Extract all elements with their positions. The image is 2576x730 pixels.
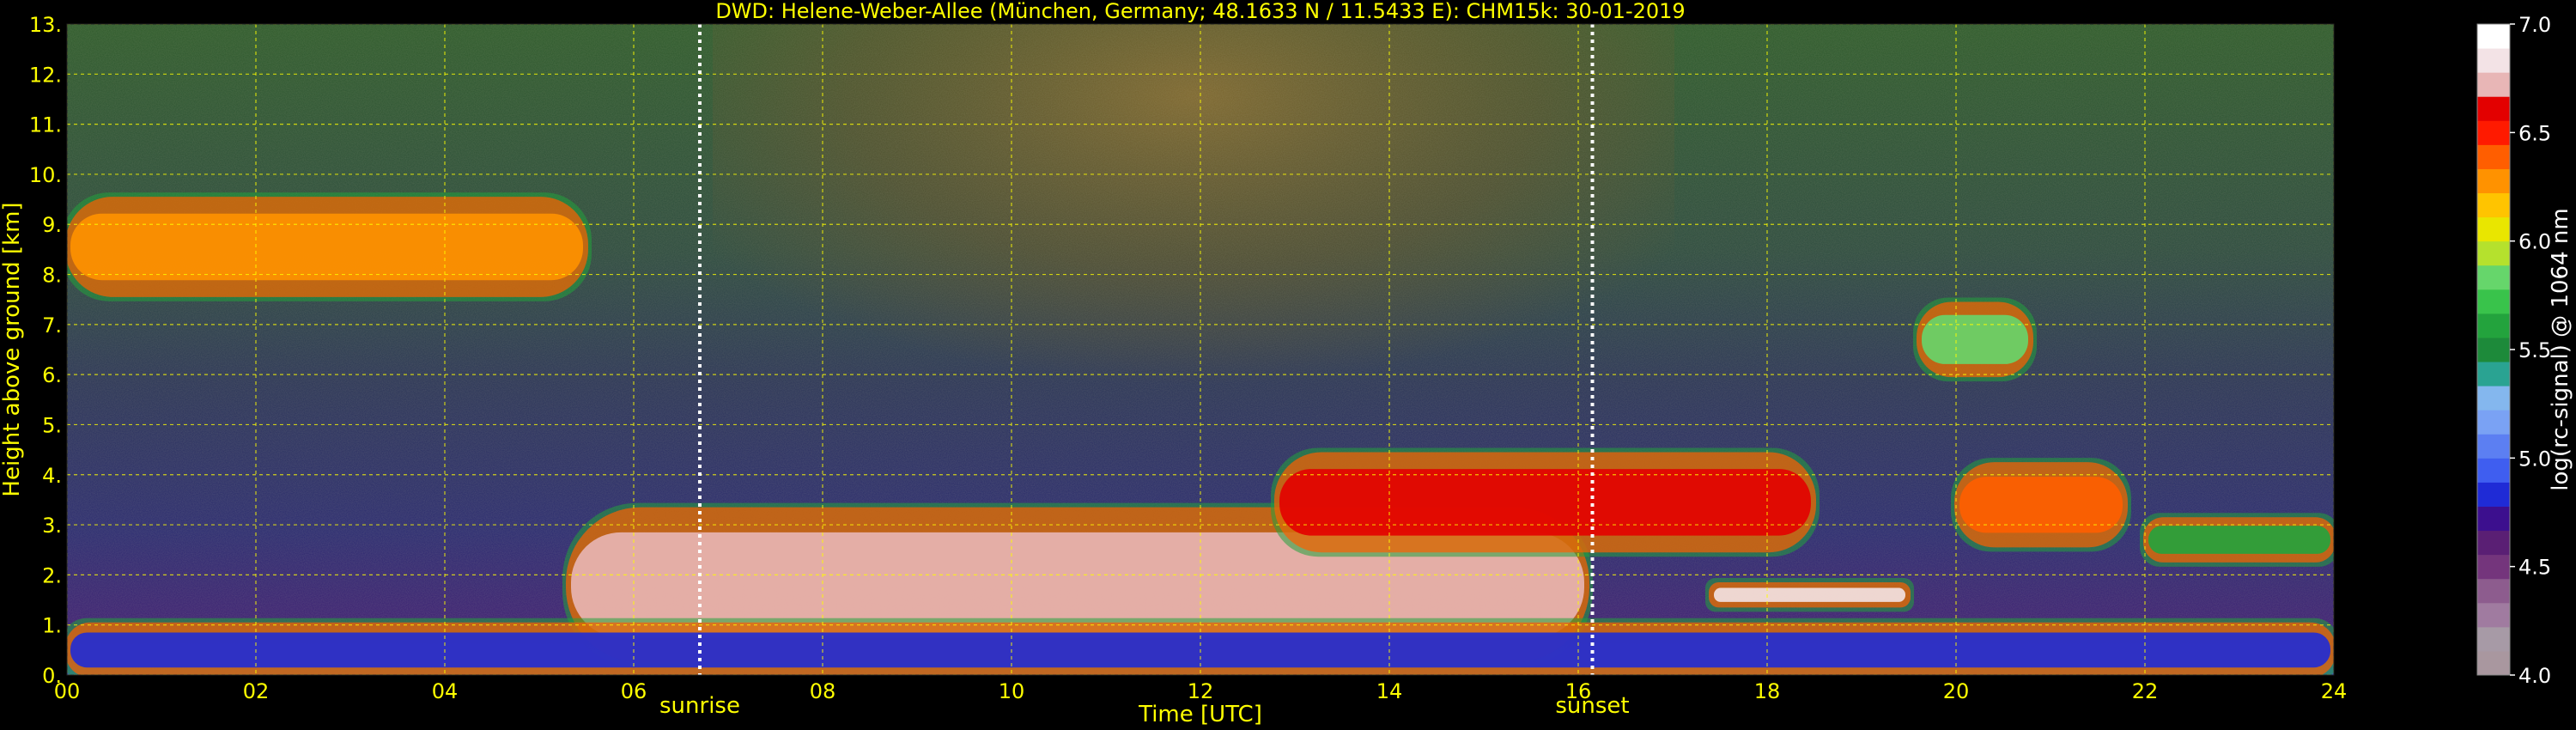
x-tick-label: 14 <box>1376 679 1403 703</box>
data-layer <box>1271 447 1820 557</box>
lidar-backscatter-chart: DWD: Helene-Weber-Allee (München, German… <box>0 0 2573 727</box>
colorbar-segment <box>2477 168 2510 194</box>
colorbar-tick-labels: 4.0 4.5 5.0 5.5 6.0 6.5 7.0 <box>2510 13 2551 688</box>
colorbar-tick-label: 6.5 <box>2518 121 2551 145</box>
colorbar-segment <box>2477 362 2510 386</box>
x-tick-label: 12 <box>1188 679 1214 703</box>
x-tick-label: 20 <box>1943 679 1970 703</box>
plot-area <box>67 24 2334 675</box>
data-layer <box>1951 458 2131 552</box>
x-tick-label: 18 <box>1754 679 1781 703</box>
colorbar-segment <box>2477 602 2510 628</box>
colorbar-segment <box>2477 96 2510 121</box>
colorbar-segment <box>2477 216 2510 242</box>
x-tick-label: 24 <box>2321 679 2348 703</box>
colorbar-segment <box>2477 72 2510 97</box>
y-tick-label: 12. <box>29 63 62 87</box>
colorbar-segment <box>2477 506 2510 532</box>
colorbar-segment <box>2477 289 2510 314</box>
colorbar-tick-label: 5.5 <box>2518 338 2551 362</box>
y-tick-label: 13. <box>29 13 62 37</box>
colorbar-segment <box>2477 120 2510 145</box>
y-tick-label: 3. <box>42 514 62 538</box>
colorbar-segment <box>2477 650 2510 676</box>
x-tick-labels: 00 02 04 06 08 10 12 14 16 18 20 22 24 <box>54 679 2348 703</box>
colorbar-segment <box>2477 192 2510 218</box>
colorbar-tick-label: 4.0 <box>2518 664 2551 688</box>
sun-marker-label: sunset <box>1555 693 1629 719</box>
y-axis-label: Height above ground [km] <box>0 202 25 496</box>
colorbar-segment <box>2477 24 2510 49</box>
colorbar-segment <box>2477 434 2510 459</box>
y-tick-label: 11. <box>29 113 62 137</box>
y-tick-label: 9. <box>42 213 62 237</box>
colorbar-segment <box>2477 578 2510 604</box>
colorbar-segment <box>2477 554 2510 580</box>
colorbar-tick-label: 5.0 <box>2518 447 2551 471</box>
data-layer <box>1705 578 1914 612</box>
y-tick-label: 10. <box>29 163 62 187</box>
colorbar-segment <box>2477 144 2510 169</box>
y-tick-label: 7. <box>42 313 62 338</box>
colorbar-segment <box>2477 337 2510 362</box>
colorbar-tick-label: 4.5 <box>2518 556 2551 580</box>
y-tick-label: 1. <box>42 614 62 638</box>
chart-title: DWD: Helene-Weber-Allee (München, German… <box>715 0 1685 23</box>
colorbar-segment <box>2477 626 2510 652</box>
data-layer <box>67 192 592 301</box>
colorbar-segment <box>2477 48 2510 73</box>
y-tick-label: 0. <box>42 664 62 688</box>
colorbar-segment <box>2477 313 2510 338</box>
colorbar-tick-label: 6.0 <box>2518 230 2551 254</box>
y-tick-labels: 0. 1. 2. 3. 4. 5. 6. 7. 8. 9. 10. 11. 12. 13. <box>29 13 62 688</box>
sun-marker-label: sunrise <box>659 693 740 719</box>
data-layer <box>2140 513 2334 567</box>
y-tick-label: 2. <box>42 563 62 587</box>
x-tick-label: 02 <box>243 679 270 703</box>
colorbar-segment <box>2477 386 2510 411</box>
x-tick-label: 06 <box>621 679 647 703</box>
y-tick-label: 4. <box>42 464 62 488</box>
colorbar-segment <box>2477 265 2510 290</box>
colorbar-segment <box>2477 482 2510 507</box>
x-tick-label: 10 <box>999 679 1025 703</box>
colorbar-segment <box>2477 458 2510 483</box>
y-tick-label: 6. <box>42 363 62 387</box>
colorbar-segment <box>2477 530 2510 556</box>
x-tick-label: 08 <box>810 679 836 703</box>
y-tick-label: 8. <box>42 264 62 288</box>
y-tick-label: 5. <box>42 413 62 437</box>
x-tick-label: 22 <box>2132 679 2159 703</box>
x-tick-label: 04 <box>432 679 459 703</box>
x-axis-label: Time [UTC] <box>1138 702 1262 727</box>
data-layer <box>1913 297 2037 382</box>
colorbar-segment <box>2477 240 2510 266</box>
colorbar-segment <box>2477 410 2510 435</box>
colorbar-tick-label: 7.0 <box>2518 13 2551 37</box>
colorbar <box>2476 23 2511 676</box>
colorbar-label: log(rc-signal) @ 1064 nm <box>2548 208 2573 490</box>
